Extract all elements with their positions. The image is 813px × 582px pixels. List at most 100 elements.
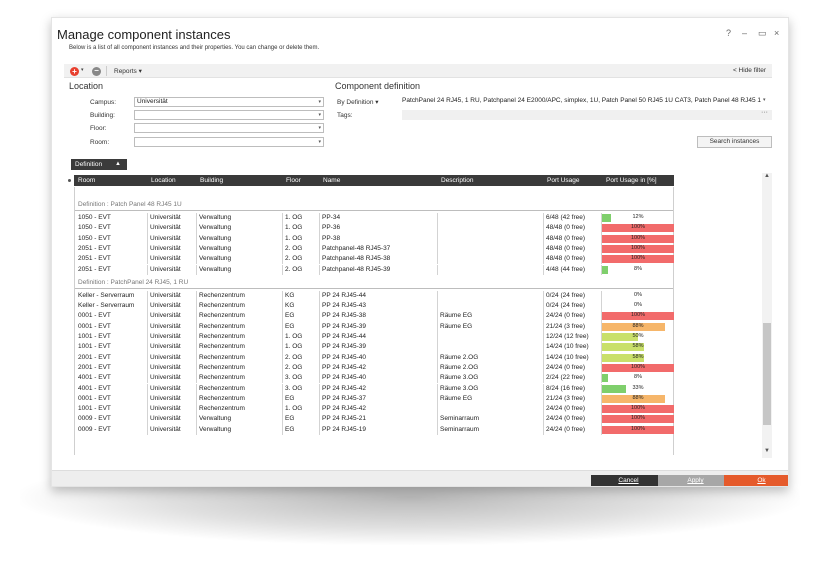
group-by-label: Definition <box>75 161 103 168</box>
table-row[interactable]: 2001 - EVT Universität Rechenzentrum 2. OG P… <box>75 352 673 363</box>
cell-room: 2051 - EVT <box>78 265 111 273</box>
col-floor[interactable]: Floor <box>286 177 301 184</box>
definition-mode-dropdown[interactable]: By Definition ▾ <box>337 98 379 106</box>
cell-name: PP 24 RJ45-44 <box>322 291 366 299</box>
scroll-down-icon[interactable]: ▼ <box>764 448 770 454</box>
column-divider <box>282 254 283 265</box>
table-row[interactable]: 2001 - EVT Universität Rechenzentrum 2. OG P… <box>75 362 674 374</box>
chevron-down-icon[interactable]: ▾ <box>763 97 766 103</box>
column-divider <box>543 352 544 363</box>
column-divider <box>282 301 283 312</box>
chevron-down-icon: ▾ <box>318 99 321 105</box>
table-row[interactable]: 0001 - EVT Universität Rechenzentrum EG PP 2… <box>75 311 674 322</box>
cell-room: 1050 - EVT <box>78 234 111 242</box>
column-divider <box>319 213 320 224</box>
column-divider <box>543 223 544 234</box>
table-row[interactable]: 4001 - EVT Universität Rechenzentrum 3. OG P… <box>75 383 673 394</box>
scroll-up-icon[interactable]: ▲ <box>764 173 770 179</box>
cell-name: PP 24 RJ45-19 <box>322 425 366 433</box>
column-divider <box>543 290 544 302</box>
table-row[interactable]: 4001 - EVT Universität Rechenzentrum 3. OG P… <box>75 373 673 384</box>
column-divider <box>437 213 438 224</box>
port-usage-pct-label: 88% <box>632 394 644 401</box>
table-row[interactable]: 0001 - EVT Universität Rechenzentrum EG PP 2… <box>75 321 673 332</box>
cell-floor: 3. OG <box>285 384 303 392</box>
table-row[interactable]: Keller - Serverraum Universität Rechenzent… <box>75 290 673 302</box>
table-row[interactable]: 1050 - EVT Universität Verwaltung 1. OG PP-3… <box>75 233 674 244</box>
column-divider <box>282 223 283 234</box>
cell-building: Verwaltung <box>199 244 232 252</box>
campus-select[interactable]: Universität ▾ <box>134 97 324 107</box>
column-divider <box>319 373 320 384</box>
room-select[interactable]: ▾ <box>134 137 324 147</box>
group-by-definition-chip[interactable]: Definition ▲ <box>71 159 127 170</box>
reports-menu[interactable]: Reports ▾ <box>114 67 142 75</box>
col-port-usage-pct[interactable]: Port Usage in [%] <box>606 177 657 184</box>
apply-button[interactable]: Apply <box>658 475 733 486</box>
cell-description: Räume 3.OG <box>440 384 479 392</box>
column-divider <box>282 342 283 353</box>
cell-location: Universität <box>150 425 181 433</box>
floor-select[interactable]: ▾ <box>134 123 324 133</box>
cell-port-usage: 0/24 (24 free) <box>546 291 586 299</box>
help-icon[interactable]: ? <box>726 28 731 38</box>
table-row[interactable]: 1001 - EVT Universität Rechenzentrum 1. OG P… <box>75 342 673 353</box>
cell-port-usage: 6/48 (42 free) <box>546 214 586 221</box>
tags-input[interactable] <box>402 110 772 120</box>
table-row[interactable]: 0009 - EVT Universität Verwaltung EG PP 24 R… <box>75 424 674 435</box>
column-divider <box>319 332 320 343</box>
cell-description: Seminarraum <box>440 415 480 423</box>
scroll-thumb[interactable] <box>763 323 771 425</box>
column-divider <box>147 213 148 224</box>
cell-description: Räume EG <box>440 322 473 330</box>
minimize-icon[interactable]: – <box>742 28 747 38</box>
ok-button[interactable]: Ok <box>724 475 788 486</box>
vertical-scrollbar[interactable]: ▲ ▼ <box>762 173 772 458</box>
more-icon[interactable]: ··· <box>761 109 768 116</box>
cell-location: Universität <box>150 214 181 221</box>
table-row[interactable]: 0001 - EVT Universität Rechenzentrum EG PP 2… <box>75 393 673 405</box>
column-divider <box>196 332 197 343</box>
table-row[interactable]: 1050 - EVT Universität Verwaltung 1. OG PP-3… <box>75 223 674 234</box>
building-select[interactable]: ▾ <box>134 110 324 120</box>
port-usage-pct-label: 0% <box>634 291 642 298</box>
column-divider <box>319 352 320 363</box>
column-divider <box>147 264 148 275</box>
delete-icon[interactable]: − <box>92 67 101 76</box>
add-icon[interactable]: + <box>70 67 79 76</box>
table-row[interactable]: 2051 - EVT Universität Verwaltung 2. OG Patc… <box>75 243 674 255</box>
col-room[interactable]: Room <box>78 177 95 184</box>
cell-name: PP 24 RJ45-42 <box>322 384 366 392</box>
cell-floor: 1. OG <box>285 333 303 340</box>
cell-building: Verwaltung <box>199 255 232 263</box>
col-location[interactable]: Location <box>151 177 176 184</box>
column-divider <box>543 414 544 425</box>
column-divider <box>196 311 197 322</box>
search-instances-button[interactable]: Search instances <box>697 136 772 148</box>
cell-port-usage: 21/24 (3 free) <box>546 322 586 330</box>
port-usage-pct-label: 100% <box>630 363 646 370</box>
col-description[interactable]: Description <box>441 177 474 184</box>
table-row[interactable]: 1050 - EVT Universität Verwaltung 1. OG PP-3… <box>75 213 673 224</box>
table-row[interactable]: 1001 - EVT Universität Rechenzentrum 1. OG P… <box>75 332 673 343</box>
cell-port-usage: 8/24 (16 free) <box>546 384 586 392</box>
campus-value: Universität <box>137 98 168 105</box>
table-row[interactable]: 2051 - EVT Universität Verwaltung 2. OG Patc… <box>75 264 673 275</box>
close-icon[interactable]: × <box>774 28 779 38</box>
maximize-icon[interactable]: ▭ <box>758 28 767 39</box>
col-name[interactable]: Name <box>323 177 340 184</box>
column-divider <box>196 290 197 302</box>
definition-select[interactable]: PatchPanel 24 RJ45, 1 RU, Patchpanel 24 … <box>402 97 772 108</box>
table-row[interactable]: 0009 - EVT Universität Verwaltung EG PP 24 R… <box>75 414 674 425</box>
cell-description: Seminarraum <box>440 425 480 433</box>
hide-filter-link[interactable]: < Hide filter <box>733 67 766 74</box>
cell-floor: 2. OG <box>285 244 303 252</box>
col-building[interactable]: Building <box>200 177 223 184</box>
add-dropdown-caret-icon[interactable]: ▾ <box>81 67 84 73</box>
table-row[interactable]: 2051 - EVT Universität Verwaltung 2. OG Patc… <box>75 254 674 265</box>
cancel-button[interactable]: Cancel <box>591 475 666 486</box>
cell-location: Universität <box>150 291 181 299</box>
table-row[interactable]: Keller - Serverraum Universität Rechenzent… <box>75 301 673 312</box>
col-port-usage[interactable]: Port Usage <box>547 177 580 184</box>
table-row[interactable]: 1001 - EVT Universität Rechenzentrum 1. OG P… <box>75 404 674 415</box>
